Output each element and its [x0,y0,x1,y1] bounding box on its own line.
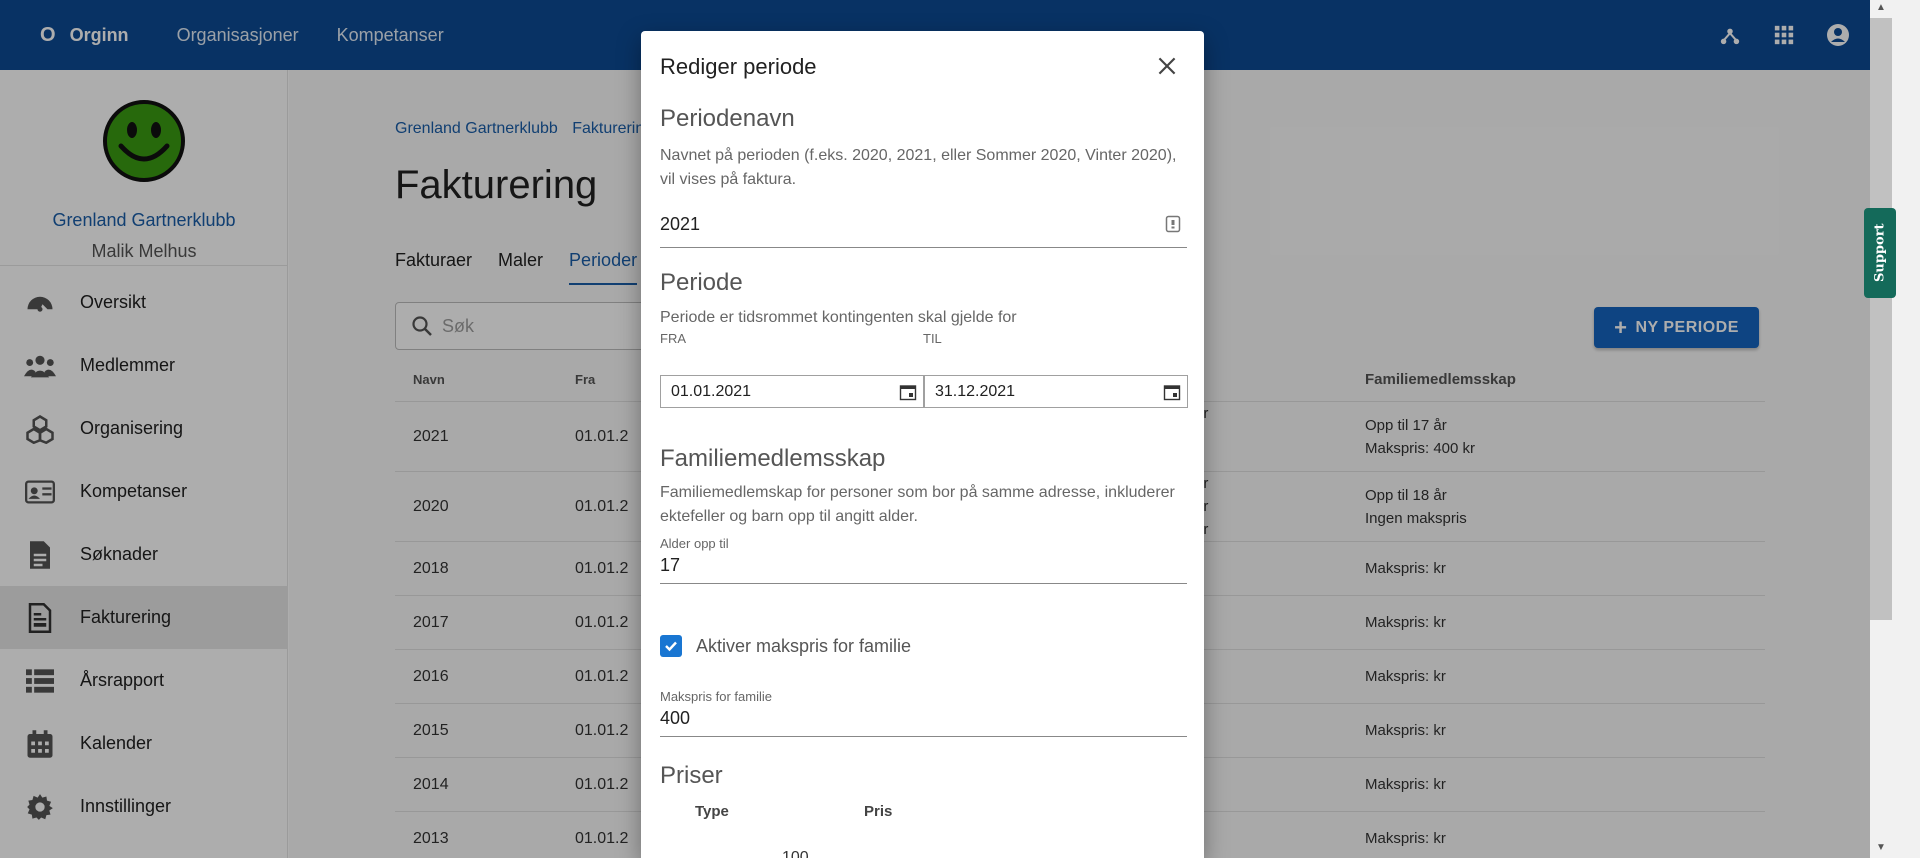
dialog-title: Rediger periode [660,54,817,79]
periode-description: Periode er tidsrommet kontingenten skal … [660,309,1017,326]
date-from-input[interactable]: 01.01.2021 [660,375,924,408]
calendar-icon[interactable] [899,383,917,401]
edit-period-dialog: Rediger periode Periodenavn Navnet på pe… [641,31,1204,858]
max-price-checkbox-label: Aktiver makspris for familie [696,635,912,656]
to-label: TIL [923,331,942,346]
periode-heading: Periode [660,269,743,296]
date-from-value: 01.01.2021 [671,382,752,400]
max-price-value: 400 [660,708,691,728]
date-to-value: 31.12.2021 [935,382,1016,400]
scrollbar[interactable]: ▲ ▼ [1870,0,1920,858]
support-tab[interactable]: Support [1864,208,1896,298]
scroll-down-arrow-icon[interactable]: ▼ [1874,842,1888,856]
period-name-field[interactable]: 2021 [660,214,1187,248]
calendar-icon[interactable] [1163,383,1181,401]
checkbox-checked-icon[interactable] [660,635,682,657]
periodenavn-heading: Periodenavn [660,105,795,132]
scroll-thumb[interactable] [1870,18,1892,620]
max-price-checkbox-row[interactable]: Aktiver makspris for familie [660,635,911,657]
scroll-up-arrow-icon[interactable]: ▲ [1874,2,1888,16]
field-icon [1165,215,1181,238]
date-to-input[interactable]: 31.12.2021 [924,375,1188,408]
close-icon[interactable] [1154,53,1180,79]
periodenavn-description: Navnet på perioden (f.eks. 2020, 2021, e… [660,147,1177,188]
prices-col-type: Type [695,803,729,820]
family-heading: Familiemedlemsskap [660,445,886,472]
age-limit-field[interactable]: 17 [660,555,1187,584]
prices-col-price: Pris [864,803,893,820]
prices-heading: Priser [660,762,723,789]
age-limit-value: 17 [660,555,681,575]
max-price-field[interactable]: 400 [660,708,1187,737]
period-name-value: 2021 [660,214,701,234]
age-label: Alder opp til [660,536,729,551]
max-price-label: Makspris for familie [660,689,772,704]
price-value-partial[interactable]: 100 [782,849,809,858]
family-description: Familiemedlemskap for personer som bor p… [660,484,1175,525]
from-label: FRA [660,331,686,346]
